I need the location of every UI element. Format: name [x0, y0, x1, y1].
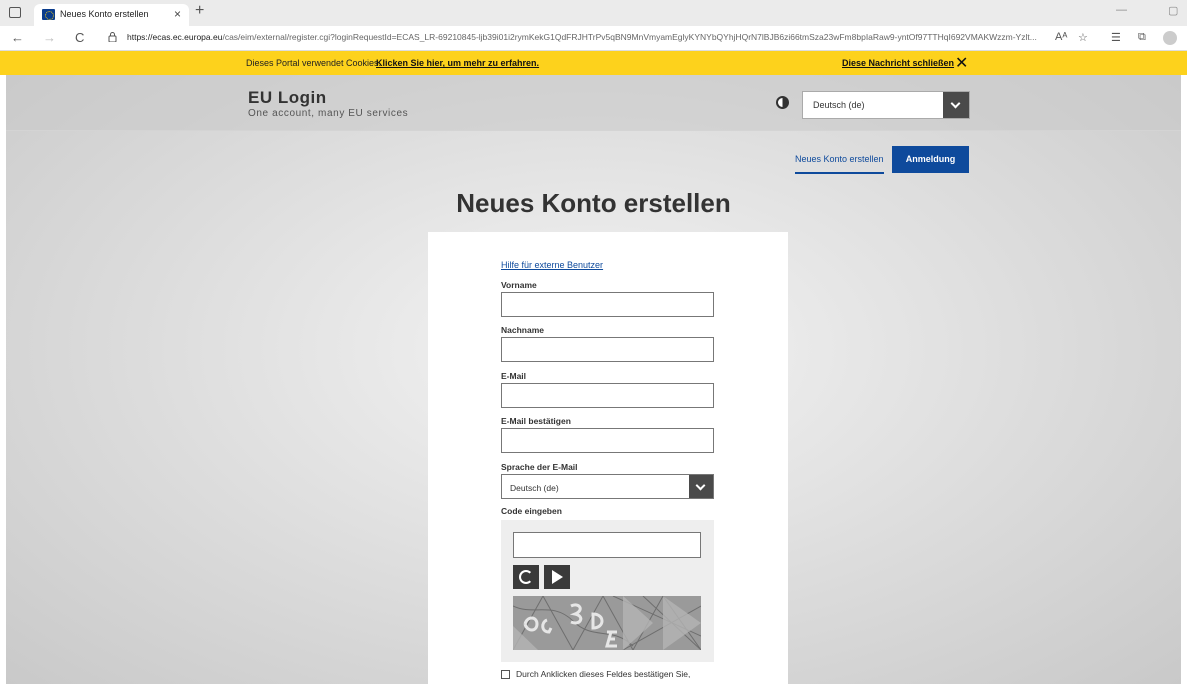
cookie-close-link[interactable]: Diese Nachricht schließen	[842, 58, 954, 68]
captcha-refresh-button[interactable]	[513, 565, 539, 589]
lock-icon[interactable]	[108, 32, 117, 42]
eu-flag-favicon-icon	[42, 9, 55, 20]
tab-new-account[interactable]: Neues Konto erstellen	[795, 154, 884, 174]
chevron-down-icon	[950, 98, 961, 109]
first-name-input[interactable]	[501, 292, 714, 317]
forward-icon[interactable]: →	[43, 30, 56, 45]
back-icon[interactable]: ←	[11, 30, 24, 45]
last-name-label: Nachname	[501, 325, 544, 335]
url-field[interactable]: https://ecas.ec.europa.eu/cas/eim/extern…	[127, 32, 1047, 42]
registration-form: Hilfe für externe Benutzer Vorname Nachn…	[428, 232, 788, 684]
browser-tab-bar: Neues Konto erstellen × + — ▢	[0, 0, 1187, 26]
restore-icon[interactable]: ▢	[1168, 4, 1178, 17]
language-selected-value: Deutsch (de)	[813, 100, 865, 110]
read-aloud-icon[interactable]: Aᴬ	[1055, 31, 1067, 43]
external-users-help-link[interactable]: Hilfe für externe Benutzer	[501, 260, 603, 270]
profile-avatar-icon[interactable]	[1163, 31, 1177, 45]
captcha-box	[501, 520, 714, 662]
email-language-label: Sprache der E-Mail	[501, 462, 578, 472]
minimize-icon[interactable]: —	[1116, 4, 1127, 16]
language-select[interactable]: Deutsch (de)	[802, 91, 970, 119]
first-name-label: Vorname	[501, 280, 537, 290]
cookie-text: Dieses Portal verwendet Cookies.	[246, 58, 382, 68]
close-icon[interactable]: ✕	[955, 53, 968, 73]
tab-title: Neues Konto erstellen	[60, 9, 149, 19]
dropdown-button[interactable]	[689, 475, 713, 498]
page-title: Neues Konto erstellen	[456, 188, 731, 218]
play-icon	[552, 570, 563, 584]
url-domain: https://ecas.ec.europa.eu	[127, 32, 223, 42]
captcha-input[interactable]	[513, 532, 701, 558]
tab-actions-icon[interactable]	[9, 7, 21, 18]
email-input[interactable]	[501, 383, 714, 408]
email-confirm-label: E-Mail bestätigen	[501, 416, 571, 426]
add-favorite-icon[interactable]: ☆	[1078, 31, 1088, 44]
captcha-code-label: Code eingeben	[501, 506, 562, 516]
consent-checkbox[interactable]	[501, 670, 510, 679]
cookie-banner: Dieses Portal verwendet Cookies. Klicken…	[0, 51, 1187, 75]
address-bar: ← → C https://ecas.ec.europa.eu/cas/eim/…	[0, 26, 1187, 51]
browser-tab[interactable]: Neues Konto erstellen ×	[34, 4, 189, 26]
dropdown-button[interactable]	[943, 92, 969, 118]
brand-title: EU Login	[248, 88, 327, 107]
last-name-input[interactable]	[501, 337, 714, 362]
site-header: EU Login One account, many EU services D…	[6, 75, 1181, 131]
cookie-more-link[interactable]: Klicken Sie hier, um mehr zu erfahren.	[376, 58, 539, 68]
url-path: /cas/eim/external/register.cgi?loginRequ…	[222, 32, 1037, 42]
collections-icon[interactable]: ⧉	[1138, 31, 1146, 44]
login-button[interactable]: Anmeldung	[892, 146, 969, 173]
new-tab-icon[interactable]: +	[195, 2, 204, 20]
email-language-value: Deutsch (de)	[510, 483, 559, 493]
brand-subtitle: One account, many EU services	[248, 108, 409, 119]
email-label: E-Mail	[501, 371, 527, 381]
reload-icon[interactable]: C	[75, 30, 84, 45]
captcha-image	[513, 596, 701, 650]
tab-close-icon[interactable]: ×	[174, 7, 181, 21]
page-body: EU Login One account, many EU services D…	[6, 75, 1181, 684]
email-confirm-input[interactable]	[501, 428, 714, 453]
captcha-audio-button[interactable]	[544, 565, 570, 589]
refresh-icon	[519, 570, 533, 584]
favorites-icon[interactable]: ☰	[1111, 31, 1121, 44]
email-language-select[interactable]: Deutsch (de)	[501, 474, 714, 499]
chevron-down-icon	[695, 480, 706, 491]
contrast-toggle-icon[interactable]	[776, 96, 789, 109]
consent-text: Durch Anklicken dieses Feldes bestätigen…	[516, 669, 691, 679]
